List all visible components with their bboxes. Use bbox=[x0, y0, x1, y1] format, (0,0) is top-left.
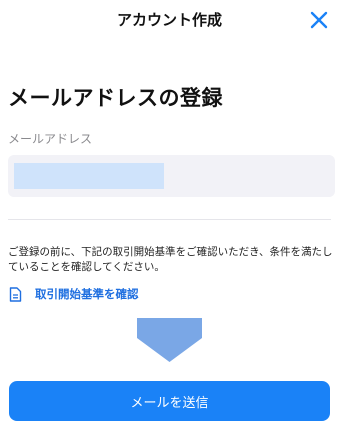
document-icon bbox=[9, 286, 23, 302]
email-field-label: メールアドレス bbox=[8, 132, 93, 146]
page-title: メールアドレスの登録 bbox=[8, 86, 223, 110]
close-icon bbox=[310, 11, 328, 29]
close-button[interactable] bbox=[307, 8, 331, 32]
email-value-redacted bbox=[14, 163, 164, 189]
top-bar: アカウント作成 bbox=[0, 0, 339, 40]
criteria-link[interactable]: 取引開始基準を確認 bbox=[9, 286, 139, 302]
divider bbox=[8, 219, 331, 220]
criteria-link-label: 取引開始基準を確認 bbox=[35, 287, 139, 301]
arrow-down-icon bbox=[137, 318, 202, 362]
email-field[interactable] bbox=[8, 155, 335, 197]
notice-text: ご登録の前に、下記の取引開始基準をご確認いただき、条件を満たしていることを確認し… bbox=[8, 246, 333, 273]
screen: アカウント作成 メールアドレスの登録 メールアドレス ご登録の前に、下記の取引開… bbox=[0, 0, 339, 426]
send-email-button[interactable]: メールを送信 bbox=[9, 381, 330, 421]
header-title: アカウント作成 bbox=[116, 11, 222, 29]
